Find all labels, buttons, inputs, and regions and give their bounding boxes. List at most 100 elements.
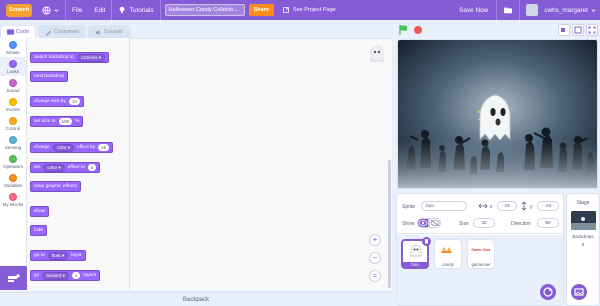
- effect-dropdown[interactable]: color ▾: [43, 163, 65, 172]
- project-title-input[interactable]: Halloween Candy Collecto...: [164, 4, 245, 16]
- category-control[interactable]: Control: [0, 114, 26, 133]
- category-sound[interactable]: Sound: [0, 76, 26, 95]
- stage-thumbnail: [571, 211, 596, 230]
- layers-input[interactable]: 1: [71, 272, 81, 279]
- sprite-name-label: candy: [442, 262, 454, 267]
- sprite-tile-boo[interactable]: boo: [401, 237, 431, 269]
- category-events[interactable]: Events: [0, 95, 26, 114]
- choose-backdrop-button[interactable]: [571, 284, 587, 300]
- block-go-to-layer[interactable]: go to front ▾ layer: [30, 250, 86, 261]
- block-text: %: [75, 119, 80, 124]
- block-set-effect[interactable]: set color ▾ effect to 0: [30, 162, 101, 173]
- tab-costumes[interactable]: Costumes: [38, 25, 86, 38]
- control-dot-icon: [9, 116, 17, 125]
- stage-title: Stage: [576, 200, 590, 206]
- zoom-reset-button[interactable]: =: [369, 270, 381, 282]
- block-text: next backdrop: [34, 74, 65, 79]
- block-change-size[interactable]: change size by 10: [30, 96, 85, 107]
- candy-thumbnail-icon: [441, 247, 452, 253]
- choose-sprite-button[interactable]: [540, 284, 556, 300]
- block-clear-effects[interactable]: clear graphic effects: [30, 181, 81, 192]
- events-dot-icon: [9, 97, 17, 106]
- stage-header: [396, 22, 600, 38]
- share-button[interactable]: Share: [248, 4, 274, 16]
- variables-dot-icon: [9, 173, 17, 182]
- change-effect-input[interactable]: 25: [98, 144, 110, 151]
- set-size-input[interactable]: 100: [58, 118, 73, 125]
- edit-menu[interactable]: Edit: [88, 0, 111, 20]
- direction-dropdown[interactable]: forward ▾: [42, 271, 69, 280]
- category-looks[interactable]: Looks: [0, 57, 26, 76]
- account-menu[interactable]: cwhs_margaret: [520, 0, 600, 20]
- add-extension-button[interactable]: [0, 266, 27, 290]
- language-menu[interactable]: [36, 0, 65, 20]
- size-input[interactable]: 30: [473, 218, 495, 228]
- category-variables[interactable]: Variables: [0, 171, 26, 190]
- show-sprite-button[interactable]: [417, 218, 429, 228]
- editor-tabs: Code Costumes Sounds: [0, 25, 130, 38]
- green-flag-icon[interactable]: [398, 24, 410, 36]
- x-position-input[interactable]: 33: [497, 201, 517, 211]
- extension-icon: [7, 274, 20, 282]
- direction-input[interactable]: 90: [537, 218, 559, 228]
- ghost-boo-sprite: [479, 94, 511, 141]
- category-label: My Blocks: [2, 201, 24, 207]
- backpack-bar[interactable]: Backpack: [0, 292, 392, 306]
- y-position-input[interactable]: -24: [537, 201, 559, 211]
- category-my-blocks[interactable]: My Blocks: [0, 190, 26, 209]
- scratch-logo[interactable]: Scratch: [6, 3, 32, 17]
- delete-sprite-button[interactable]: [422, 237, 431, 246]
- category-motion[interactable]: Motion: [0, 38, 26, 57]
- motion-dot-icon: [9, 40, 17, 49]
- my-stuff-button[interactable]: [497, 0, 519, 20]
- block-text: layer: [71, 253, 82, 258]
- dropdown-value: color: [47, 165, 58, 170]
- effect-dropdown[interactable]: color ▾: [52, 143, 75, 152]
- block-next-backdrop[interactable]: next backdrop: [30, 71, 69, 82]
- sprite-tile-gameover[interactable]: Game Over gameover: [467, 239, 495, 269]
- see-project-page-button[interactable]: See Project Page: [274, 6, 344, 14]
- sprite-info: Sprite boo x 33 y -24 Show Size 30 Direc…: [397, 194, 563, 234]
- small-stage-button[interactable]: [558, 24, 570, 36]
- stop-button[interactable]: [414, 26, 422, 34]
- backdrop-dropdown[interactable]: zombies ▾: [76, 53, 106, 62]
- file-menu[interactable]: File: [66, 0, 88, 20]
- stage-canvas[interactable]: [397, 39, 598, 189]
- block-text: clear graphic effects: [34, 184, 77, 189]
- layer-dropdown[interactable]: front ▾: [47, 251, 69, 260]
- category-operators[interactable]: Operators: [0, 152, 26, 171]
- workspace-scrollbar[interactable]: [388, 160, 391, 288]
- set-effect-input[interactable]: 0: [87, 164, 97, 171]
- sprite-pane: Sprite boo x 33 y -24 Show Size 30 Direc…: [396, 193, 564, 306]
- block-set-size[interactable]: set size to 100 %: [30, 116, 84, 127]
- category-label: Events: [6, 106, 20, 112]
- category-menu: Motion Looks Sound Events Control Sensin…: [0, 38, 27, 266]
- block-text: effect to: [67, 165, 85, 170]
- zoom-out-button[interactable]: −: [369, 252, 381, 264]
- code-workspace[interactable]: [130, 38, 392, 290]
- block-switch-backdrop[interactable]: switch backdrop to zombies ▾: [30, 52, 110, 63]
- category-label: Motion: [6, 49, 20, 55]
- block-go-layers[interactable]: go forward ▾ 1 layers: [30, 270, 101, 281]
- tab-sounds[interactable]: Sounds: [87, 25, 130, 38]
- sensing-dot-icon: [9, 135, 17, 144]
- tutorials-button[interactable]: Tutorials: [112, 0, 159, 20]
- block-change-effect[interactable]: change color ▾ effect by 25: [30, 142, 114, 153]
- change-size-input[interactable]: 10: [69, 98, 81, 105]
- eye-closed-icon: [430, 219, 440, 227]
- sprite-name-input[interactable]: boo: [421, 201, 467, 211]
- block-text: effect by: [77, 145, 96, 150]
- operators-dot-icon: [9, 154, 17, 163]
- tab-code[interactable]: Code: [0, 25, 37, 38]
- category-label: Sensing: [4, 144, 22, 150]
- sprite-tile-candy[interactable]: candy: [434, 239, 462, 269]
- save-now-button[interactable]: Save Now: [451, 0, 496, 20]
- block-hide[interactable]: hide: [30, 225, 48, 236]
- fullscreen-button[interactable]: [586, 24, 598, 36]
- zoom-in-button[interactable]: +: [369, 234, 381, 246]
- my-blocks-dot-icon: [9, 192, 17, 201]
- hide-sprite-button[interactable]: [429, 218, 441, 228]
- large-stage-button[interactable]: [572, 24, 584, 36]
- category-sensing[interactable]: Sensing: [0, 133, 26, 152]
- block-show[interactable]: show: [30, 206, 50, 217]
